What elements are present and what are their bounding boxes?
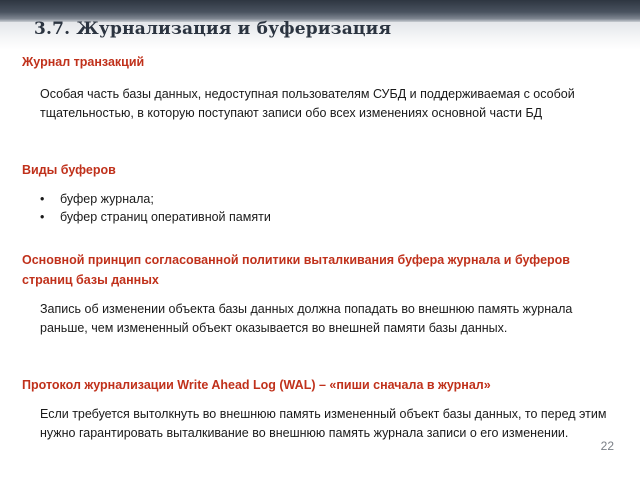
section-heading-principle: Основной принцип согласованной политики … bbox=[22, 253, 570, 287]
list-item-label: буфер страниц оперативной памяти bbox=[60, 210, 271, 224]
page-title: 3.7. Журнализация и буферизация bbox=[34, 19, 392, 39]
list-item-label: буфер журнала; bbox=[60, 192, 154, 206]
bullet-icon: • bbox=[40, 192, 45, 206]
section-heading-journal: Журнал транзакций bbox=[22, 55, 145, 69]
section-text-principle: Запись об изменении объекта базы данных … bbox=[40, 302, 573, 335]
bullet-icon: • bbox=[40, 210, 45, 224]
section-heading-wal: Протокол журнализации Write Ahead Log (W… bbox=[22, 378, 491, 392]
section-heading-buffers: Виды буферов bbox=[22, 163, 116, 177]
list-item: • буфер журнала; bbox=[40, 190, 271, 208]
buffer-types-list: • буфер журнала; • буфер страниц оперативн… bbox=[40, 190, 271, 226]
section-text-wal: Если требуется вытолкнуть во внешнюю пам… bbox=[40, 407, 607, 440]
section-text-journal: Особая часть базы данных, недоступная по… bbox=[40, 87, 575, 120]
slide-number: 22 bbox=[600, 439, 614, 453]
list-item: • буфер страниц оперативной памяти bbox=[40, 208, 271, 226]
